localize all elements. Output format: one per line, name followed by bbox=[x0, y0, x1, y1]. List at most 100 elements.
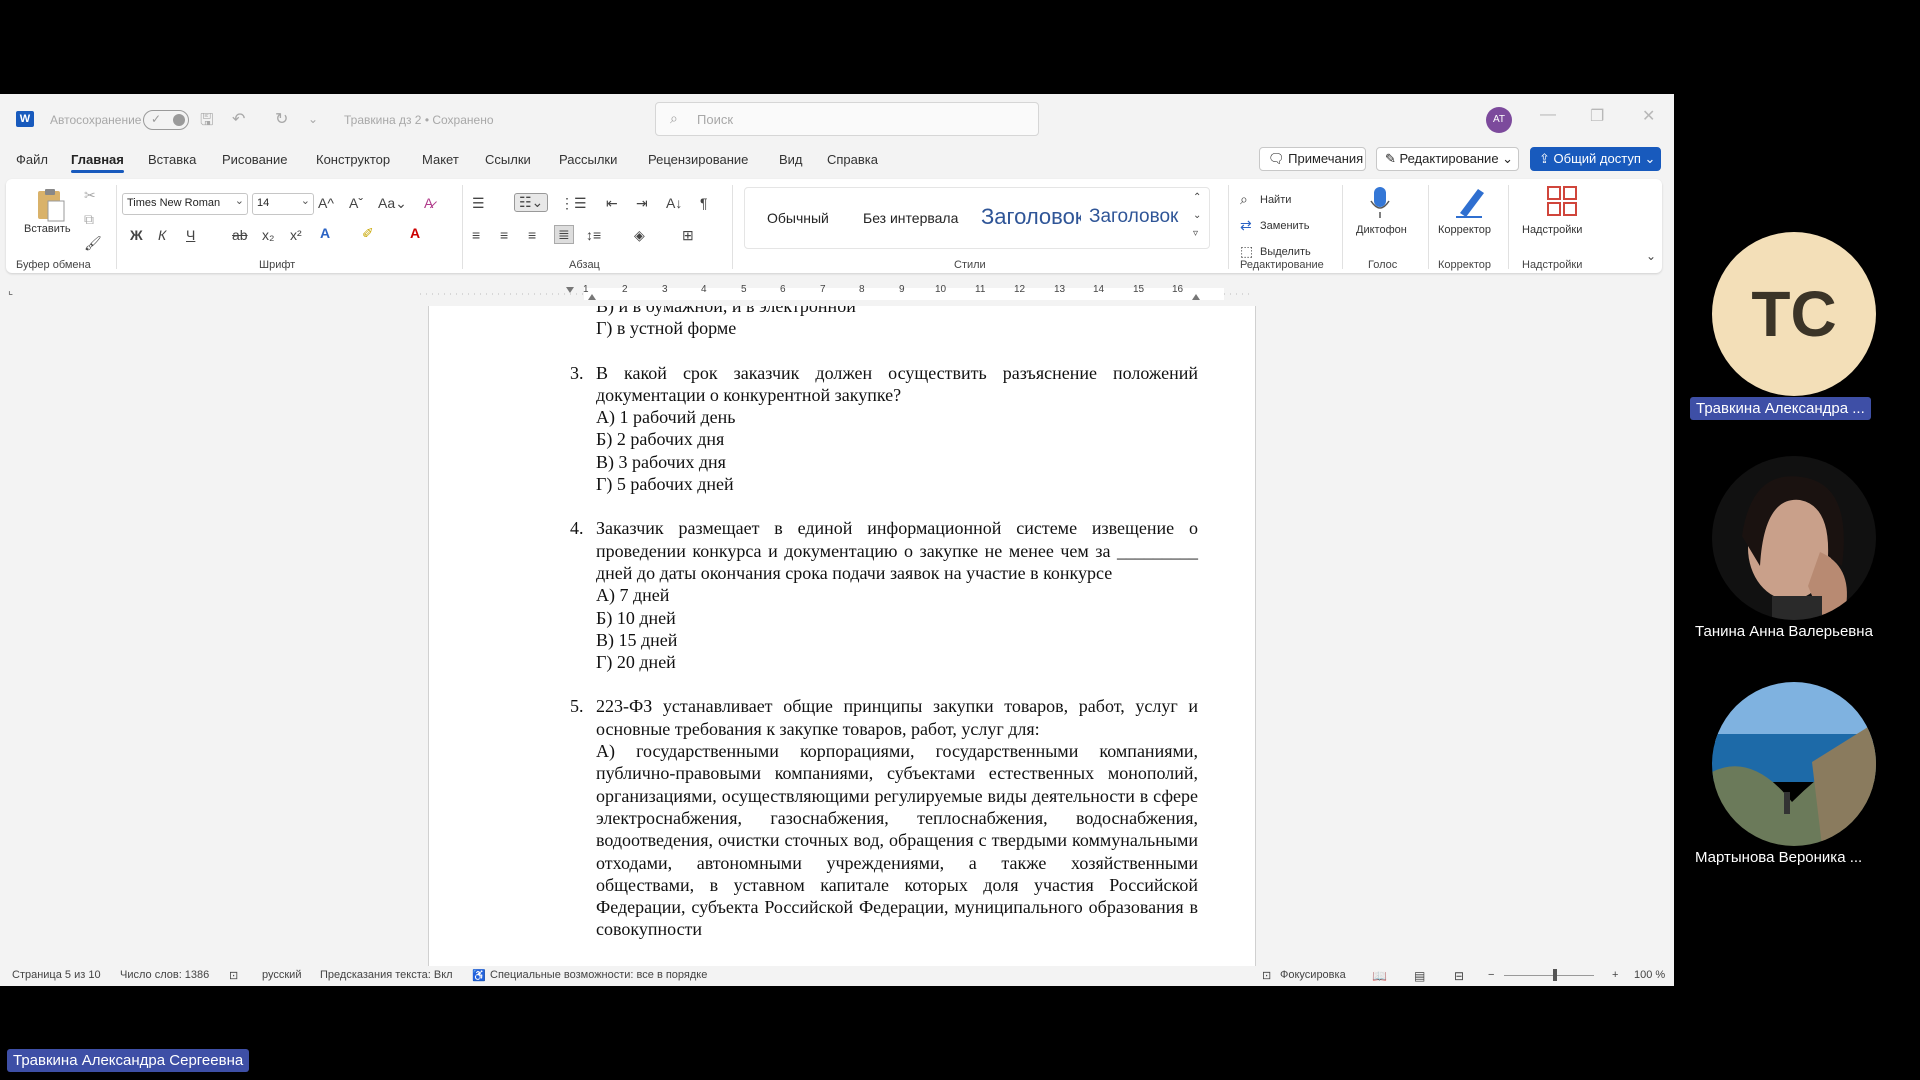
share-button[interactable]: ⇪ Общий доступ ⌄ bbox=[1530, 147, 1661, 171]
tab-design[interactable]: Конструктор bbox=[316, 152, 390, 167]
font-color-icon[interactable]: A bbox=[410, 225, 420, 241]
page-count[interactable]: Страница 5 из 10 bbox=[12, 969, 101, 981]
tab-layout[interactable]: Макет bbox=[422, 152, 459, 167]
accessibility-status[interactable]: Специальные возможности: все в порядке bbox=[490, 969, 707, 981]
sort-icon[interactable]: A↓ bbox=[666, 195, 682, 211]
select-button[interactable]: Выделить bbox=[1260, 246, 1311, 258]
borders-icon[interactable]: ⊞ bbox=[682, 227, 694, 244]
line-spacing-icon[interactable]: ↕≡ bbox=[586, 227, 601, 243]
shrink-font-icon[interactable]: Aˇ bbox=[349, 195, 363, 211]
find-icon[interactable]: ⌕ bbox=[1240, 191, 1248, 208]
tab-view[interactable]: Вид bbox=[779, 152, 803, 167]
text-predictions[interactable]: Предсказания текста: Вкл bbox=[320, 969, 453, 981]
bold-button[interactable]: Ж bbox=[130, 227, 143, 243]
tab-references[interactable]: Ссылки bbox=[485, 152, 531, 167]
align-left-icon[interactable]: ≡ bbox=[472, 227, 480, 243]
style-normal[interactable]: Обычный bbox=[767, 210, 829, 226]
tab-help[interactable]: Справка bbox=[827, 152, 878, 167]
underline-button[interactable]: Ч bbox=[186, 227, 195, 243]
text-effects-icon[interactable]: A bbox=[320, 225, 330, 241]
ruler[interactable]: ⌞ 1 2 3 4 5 6 7 8 9 10 11 12 13 14 15 16 bbox=[0, 282, 1674, 306]
web-layout-icon[interactable]: ⊟ bbox=[1454, 969, 1464, 983]
styles-expand-icon[interactable]: ▿ bbox=[1193, 228, 1198, 239]
increase-indent-icon[interactable]: ⇥ bbox=[636, 195, 648, 212]
find-button[interactable]: Найти bbox=[1260, 194, 1291, 206]
change-case-icon[interactable]: Aa⌄ bbox=[378, 195, 407, 212]
tab-insert[interactable]: Вставка bbox=[148, 152, 196, 167]
paste-icon[interactable] bbox=[32, 187, 68, 223]
show-marks-icon[interactable]: ¶ bbox=[700, 195, 708, 211]
redo-icon[interactable]: ↻ bbox=[275, 109, 288, 129]
tab-draw[interactable]: Рисование bbox=[222, 152, 287, 167]
highlight-icon[interactable]: ✐ bbox=[362, 225, 374, 242]
print-layout-icon[interactable]: ▤ bbox=[1414, 969, 1425, 983]
align-center-icon[interactable]: ≡ bbox=[500, 227, 508, 243]
restore-icon[interactable]: ❐ bbox=[1590, 106, 1604, 126]
replace-button[interactable]: Заменить bbox=[1260, 220, 1309, 232]
zoom-in-icon[interactable]: + bbox=[1612, 969, 1618, 981]
minimize-icon[interactable]: — bbox=[1540, 106, 1556, 124]
numbering-icon[interactable]: ☷⌄ bbox=[514, 193, 549, 212]
italic-button[interactable]: К bbox=[158, 227, 166, 243]
subscript-icon[interactable]: x₂ bbox=[262, 227, 274, 243]
document-body[interactable]: В) и в бумажной, и в электронной Г) в ус… bbox=[570, 306, 1198, 963]
customize-icon[interactable]: ⌄ bbox=[308, 112, 318, 126]
tab-review[interactable]: Рецензирование bbox=[648, 152, 748, 167]
language[interactable]: русский bbox=[262, 969, 301, 981]
ribbon-collapse-icon[interactable]: ⌄ bbox=[1646, 249, 1656, 263]
font-size-combo[interactable]: 14 bbox=[252, 193, 314, 215]
multilevel-list-icon[interactable]: ⋮☰ bbox=[560, 195, 587, 212]
styles-up-icon[interactable]: ⌃ bbox=[1193, 192, 1201, 203]
bullets-icon[interactable]: ☰ bbox=[472, 195, 485, 212]
zoom-slider-track[interactable] bbox=[1504, 975, 1594, 976]
word-count[interactable]: Число слов: 1386 bbox=[120, 969, 209, 981]
style-heading-1[interactable]: Заголовок bbox=[981, 204, 1081, 230]
grow-font-icon[interactable]: A^ bbox=[318, 195, 334, 211]
strikethrough-icon[interactable]: ab bbox=[232, 227, 248, 243]
cut-icon[interactable]: ✂ bbox=[84, 187, 96, 204]
style-heading-2[interactable]: Заголовок bbox=[1089, 206, 1189, 228]
styles-down-icon[interactable]: ⌄ bbox=[1193, 210, 1201, 221]
clear-format-icon[interactable]: A̷ bbox=[424, 195, 433, 211]
read-mode-icon[interactable]: 📖 bbox=[1372, 969, 1387, 983]
participant-name: Травкина Александра ... bbox=[1690, 397, 1871, 420]
document-area[interactable]: В) и в бумажной, и в электронной Г) в ус… bbox=[26, 306, 1658, 966]
justify-icon[interactable]: ≣ bbox=[554, 225, 574, 244]
user-avatar[interactable]: AT bbox=[1486, 107, 1512, 133]
editor-icon[interactable] bbox=[1452, 183, 1488, 219]
select-icon[interactable]: ⬚ bbox=[1240, 243, 1253, 260]
search-box[interactable]: ⌕ Поиск bbox=[655, 102, 1039, 136]
document-page[interactable]: В) и в бумажной, и в электронной Г) в ус… bbox=[428, 306, 1256, 966]
undo-icon[interactable]: ↶ bbox=[232, 109, 245, 129]
focus-mode[interactable]: Фокусировка bbox=[1280, 969, 1346, 981]
microphone-icon[interactable] bbox=[1368, 185, 1392, 221]
shading-icon[interactable]: ◈ bbox=[634, 227, 645, 244]
replace-icon[interactable]: ⇄ bbox=[1240, 217, 1252, 234]
tab-mailings[interactable]: Рассылки bbox=[559, 152, 617, 167]
align-right-icon[interactable]: ≡ bbox=[528, 227, 536, 243]
copy-icon[interactable]: ⧉ bbox=[84, 211, 94, 228]
superscript-icon[interactable]: x² bbox=[290, 227, 302, 243]
tab-stop-icon[interactable]: ⌞ bbox=[8, 284, 13, 297]
focus-icon: ⊡ bbox=[1262, 970, 1272, 982]
zoom-slider-knob[interactable] bbox=[1553, 969, 1557, 981]
close-icon[interactable]: ✕ bbox=[1642, 106, 1655, 126]
format-painter-icon[interactable]: 🖌 bbox=[84, 235, 102, 252]
font-name-combo[interactable]: Times New Roman bbox=[122, 193, 248, 215]
zoom-out-icon[interactable]: − bbox=[1488, 969, 1494, 981]
style-no-spacing[interactable]: Без интервала bbox=[863, 210, 958, 226]
styles-gallery: Обычный Без интервала Заголовок Заголово… bbox=[744, 187, 1210, 249]
document-title[interactable]: Травкина дз 2 • Сохранено bbox=[344, 113, 494, 127]
participant-name: Танина Анна Валерьевна bbox=[1695, 623, 1873, 640]
zoom-level[interactable]: 100 % bbox=[1634, 969, 1665, 981]
comments-button[interactable]: 🗨 Примечания bbox=[1259, 147, 1366, 171]
tab-home[interactable]: Главная bbox=[71, 152, 124, 173]
autosave-toggle[interactable]: ✓ bbox=[143, 110, 189, 130]
search-icon: ⌕ bbox=[670, 110, 678, 126]
decrease-indent-icon[interactable]: ⇤ bbox=[606, 195, 618, 212]
tab-file[interactable]: Файл bbox=[16, 152, 48, 167]
editing-mode-button[interactable]: ✎ Редактирование ⌄ bbox=[1376, 147, 1519, 171]
proofing-icon[interactable]: ⊡ bbox=[229, 969, 238, 982]
addins-icon[interactable] bbox=[1544, 183, 1580, 219]
save-icon[interactable]: 🖫 bbox=[200, 109, 214, 136]
